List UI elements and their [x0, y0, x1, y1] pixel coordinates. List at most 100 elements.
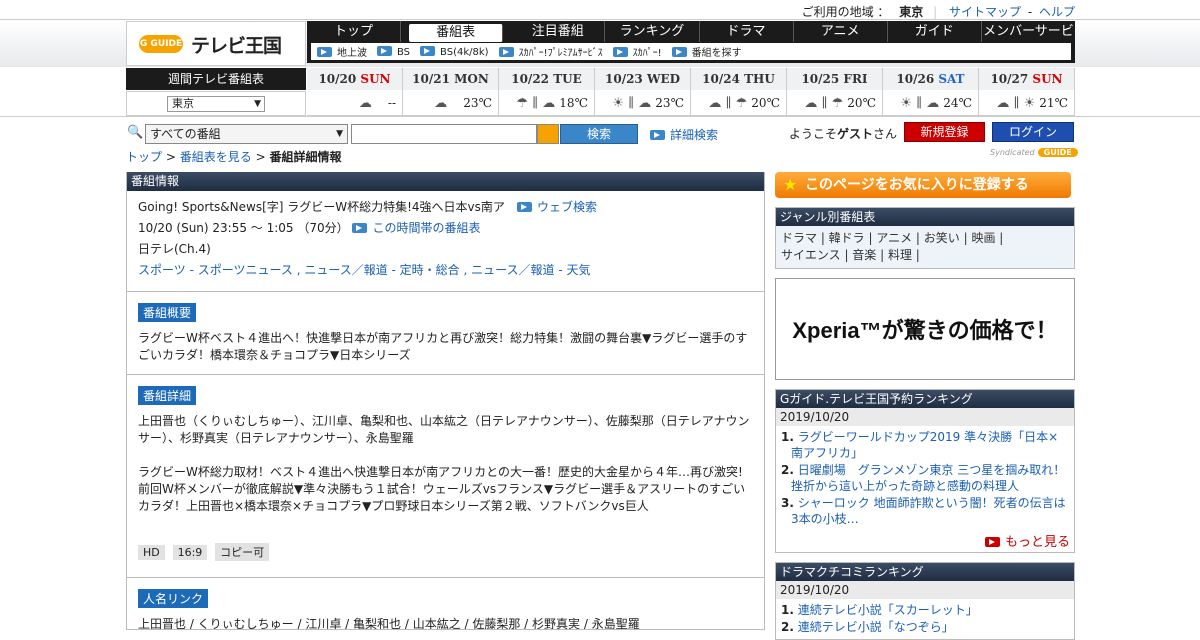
- tag-hd: HD: [138, 545, 165, 560]
- subnav-bs[interactable]: BS: [377, 45, 410, 58]
- divider: [0, 116, 1200, 117]
- genre-links[interactable]: スポーツ - スポーツニュース , ニュース／報道 - 定時・総合 , ニュース…: [138, 260, 753, 281]
- arrow-icon: [612, 47, 628, 57]
- site-logo[interactable]: G GUIDE テレビ王国: [126, 21, 306, 66]
- breadcrumb-program-guide[interactable]: 番組表を見る: [180, 150, 252, 164]
- nav-tab-anime[interactable]: アニメ: [794, 21, 888, 42]
- weather-icon: ☁: [358, 96, 372, 111]
- detail-label: 番組詳細: [138, 386, 197, 405]
- region-label: ご利用の地域 ：: [801, 5, 890, 19]
- register-button[interactable]: 新規登録: [904, 122, 985, 142]
- program-title: Going! Sports&News[字] ラグビーW杯総力特集!4強へ日本vs…: [138, 200, 505, 214]
- tag-copy: コピー可: [215, 543, 270, 561]
- day-column[interactable]: 10/20 SUN ☁ --: [307, 68, 403, 116]
- drama-ranking-item[interactable]: 1. 連続テレビ小説「スカーレット」: [781, 602, 1069, 618]
- web-search-link[interactable]: ウェブ検索: [516, 200, 597, 214]
- ranking-item[interactable]: 3. シャーロック 地面師詐欺という闇！死者の伝言は3本の小枝…: [781, 495, 1069, 527]
- nav-tab-member[interactable]: メンバーサービス: [982, 21, 1075, 60]
- login-button[interactable]: ログイン: [992, 122, 1074, 142]
- nav-tab-top[interactable]: トップ: [307, 21, 402, 42]
- day-column[interactable]: 10/23 WED ☀ ∥ ☁ 23℃: [595, 68, 691, 116]
- subnav-terrestrial[interactable]: 地上波: [317, 44, 367, 59]
- channel: 日テレ(Ch.4): [138, 242, 211, 256]
- day-column[interactable]: 10/24 THU ☁ ∥ ☂ 20℃: [691, 68, 787, 116]
- breadcrumb-top[interactable]: トップ: [126, 150, 162, 164]
- day-column[interactable]: 10/27 SUN ☁ ∥ ☀ 21℃: [979, 68, 1075, 116]
- genre-links-row2[interactable]: サイエンス | 音楽 | 料理 |: [781, 247, 1069, 264]
- separator: -: [1027, 5, 1033, 19]
- advanced-search-link[interactable]: 詳細検索: [650, 126, 718, 143]
- people-label: 人名リンク: [138, 589, 209, 608]
- genre-header: ジャンル別番組表: [776, 208, 1074, 226]
- region-value: 東京: [899, 5, 924, 19]
- region-select[interactable]: 東京: [167, 96, 265, 112]
- people-links[interactable]: 上田晋也 / くりぃむしちゅー / 江川卓 / 亀梨和也 / 山本紘之 / 佐藤…: [138, 616, 753, 629]
- tag-aspect: 16:9: [172, 545, 208, 560]
- help-link[interactable]: ヘルプ: [1039, 5, 1075, 19]
- advertisement[interactable]: Xperia™が驚きの価格で！: [775, 278, 1075, 380]
- gguide-icon: [537, 124, 559, 144]
- sub-nav: 地上波 BS BS(4k/8k) ｽｶﾊﾟｰ!ﾌﾟﾚﾐｱﾑｻｰﾋﾞｽ ｽｶﾊﾟｰ…: [311, 43, 1071, 60]
- drama-ranking-header: ドラマクチコミランキング: [776, 563, 1074, 581]
- site-title: テレビ王国: [191, 35, 282, 57]
- top-bar: ご利用の地域 ： 東京 | サイトマップ - ヘルプ: [0, 0, 1200, 20]
- region-box: 東京: [126, 91, 306, 116]
- ranking-header: Gガイド.テレビ王国予約ランキング: [776, 390, 1074, 408]
- search-button[interactable]: 検索: [560, 124, 638, 144]
- weekly-tv-guide-label[interactable]: 週間テレビ番組表: [126, 68, 306, 90]
- search-icon: 🔍: [127, 125, 144, 140]
- day-column[interactable]: 10/21 MON ☁ 23℃: [403, 68, 499, 116]
- day-column[interactable]: 10/26 SAT ☀ ∥ ☁ 24℃: [883, 68, 979, 116]
- genre-links-row1[interactable]: ドラマ | 韓ドラ | アニメ | お笑い | 映画 |: [781, 230, 1069, 247]
- sitemap-link[interactable]: サイトマップ: [949, 5, 1021, 19]
- search-input[interactable]: [351, 124, 537, 144]
- nav-tab-ranking[interactable]: ランキング: [605, 21, 700, 42]
- ranking-item[interactable]: 1. ラグビーワールドカップ2019 準々決勝「日本×南アフリカ」: [781, 429, 1069, 461]
- detail-text: ラグビーW杯総力取材！ベスト４進出へ快進撃日本が南アフリカとの大一番！歴史的大金…: [138, 465, 746, 513]
- drama-ranking: ドラマクチコミランキング 2019/10/20 1. 連続テレビ小説「スカーレッ…: [775, 562, 1075, 640]
- drama-ranking-item[interactable]: 2. 連続テレビ小説「なつぞら」: [781, 619, 1069, 635]
- gguide-logo-icon: G GUIDE: [139, 35, 183, 53]
- drama-ranking-date: 2019/10/20: [776, 581, 1074, 599]
- arrow-icon: [352, 223, 368, 233]
- nav-tab-program-guide[interactable]: 番組表: [409, 24, 504, 42]
- weather-icon: ☁ ∥ ☀: [996, 96, 1036, 111]
- reservation-ranking: Gガイド.テレビ王国予約ランキング 2019/10/20 1. ラグビーワールド…: [775, 389, 1075, 553]
- right-column: ★ このページをお気に入りに登録する ジャンル別番組表 ドラマ | 韓ドラ | ア…: [775, 172, 1075, 640]
- program-summary: 番組概要 ラグビーW杯ベスト４進出へ！快進撃日本が南アフリカと再び激突！総力特集…: [127, 292, 764, 375]
- arrow-icon: [498, 47, 514, 57]
- nav-tab-featured[interactable]: 注目番組: [511, 21, 606, 42]
- summary-label: 番組概要: [138, 303, 197, 322]
- subnav-skyperfect-premium[interactable]: ｽｶﾊﾟｰ!ﾌﾟﾚﾐｱﾑｻｰﾋﾞｽ: [498, 44, 603, 59]
- day-column[interactable]: 10/22 TUE ☂ ∥ ☁ 18℃: [499, 68, 595, 116]
- nav-tab-guide[interactable]: ガイド: [888, 21, 982, 42]
- ranking-item[interactable]: 2. 日曜劇場 グランメゾン東京 三つ星を掴み取れ！挫折から這い上がった奇跡と感…: [781, 462, 1069, 494]
- panel-header: 番組情報: [127, 172, 764, 191]
- subnav-bs4k[interactable]: BS(4k/8k): [420, 45, 489, 58]
- arrow-icon: [377, 45, 392, 56]
- subnav-find-program[interactable]: 番組を探す: [671, 44, 742, 59]
- arrow-icon: [420, 45, 436, 56]
- ranking-date: 2019/10/20: [776, 408, 1074, 426]
- program-info-panel: 番組情報 Going! Sports&News[字] ラグビーW杯総力特集!4強…: [126, 172, 765, 630]
- timeslot-link[interactable]: この時間帯の番組表: [352, 221, 481, 235]
- add-favorite-button[interactable]: ★ このページをお気に入りに登録する: [775, 172, 1071, 198]
- arrow-icon: [671, 47, 687, 57]
- breadcrumb-current: 番組詳細情報: [269, 150, 342, 164]
- more-link[interactable]: もっと見る: [776, 531, 1074, 552]
- people-links-section: 人名リンク 上田晋也 / くりぃむしちゅー / 江川卓 / 亀梨和也 / 山本紘…: [127, 578, 764, 629]
- subnav-skyperfect[interactable]: ｽｶﾊﾟｰ!: [612, 44, 662, 59]
- program-detail: 番組詳細 上田晋也（くりぃむしちゅー）、江川卓、亀梨和也、山本紘之（日テレアナウ…: [127, 375, 764, 578]
- category-select[interactable]: すべての番組: [145, 124, 348, 144]
- nav-tab-drama[interactable]: ドラマ: [700, 21, 794, 42]
- main-nav: トップ 番組表 注目番組 ランキング ドラマ アニメ ガイド メンバーサービス …: [307, 21, 1075, 63]
- weather-icon: ☀ ∥ ☁: [900, 96, 940, 111]
- detail-cast: 上田晋也（くりぃむしちゅー）、江川卓、亀梨和也、山本紘之（日テレアナウンサー）、…: [138, 414, 750, 445]
- tags: HD 16:9 コピー可: [138, 543, 753, 561]
- star-icon: ★: [783, 175, 798, 194]
- arrow-icon: [984, 537, 1000, 547]
- program-basic-info: Going! Sports&News[字] ラグビーW杯総力特集!4強へ日本vs…: [127, 191, 764, 292]
- day-column[interactable]: 10/25 FRI ☁ ∥ ☂ 20℃: [787, 68, 883, 116]
- summary-text: ラグビーW杯ベスト４進出へ！快進撃日本が南アフリカと再び激突！総力特集！激闘の舞…: [138, 331, 748, 362]
- weather-icon: ☁ ∥ ☂: [804, 96, 844, 111]
